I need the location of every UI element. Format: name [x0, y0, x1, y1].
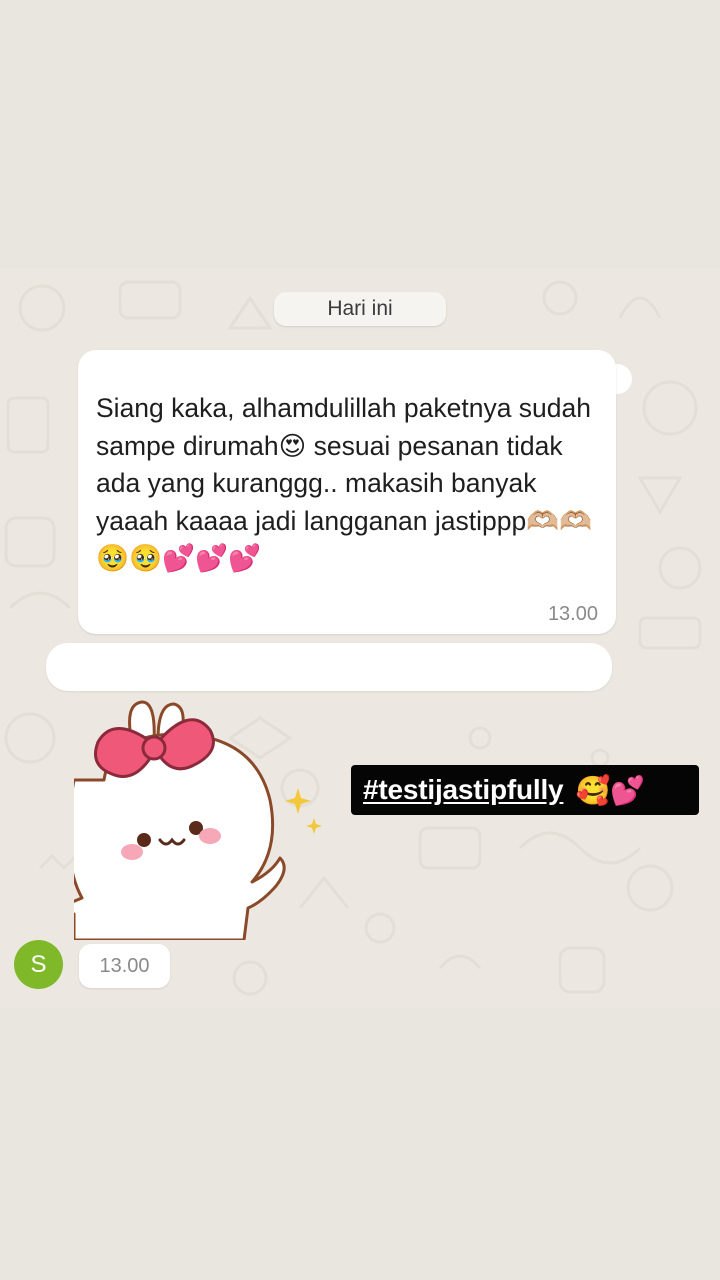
- date-separator: Hari ini: [274, 292, 446, 326]
- sparkle-icon: [285, 788, 322, 834]
- hashtag-text: #testijastipfully: [363, 774, 564, 805]
- message-time: 13.00: [547, 603, 598, 625]
- quoted-message-strip: [46, 643, 612, 691]
- message-bubble[interactable]: Siang kaka, alhamdulillah paketnya sudah…: [78, 350, 616, 634]
- chat-panel: Hari ini Siang kaka, alhamdulillah paket…: [0, 268, 720, 1008]
- message-text: Siang kaka, alhamdulillah paketnya sudah…: [96, 393, 593, 573]
- sticker-time: 13.00: [79, 944, 170, 988]
- hashtag-caption: #testijastipfully 🥰💕: [351, 765, 699, 815]
- hashtag-emojis: 🥰💕: [575, 774, 645, 806]
- sender-avatar[interactable]: S: [14, 940, 63, 989]
- quoted-message-tail: [66, 672, 80, 692]
- bunny-sticker[interactable]: [74, 700, 334, 940]
